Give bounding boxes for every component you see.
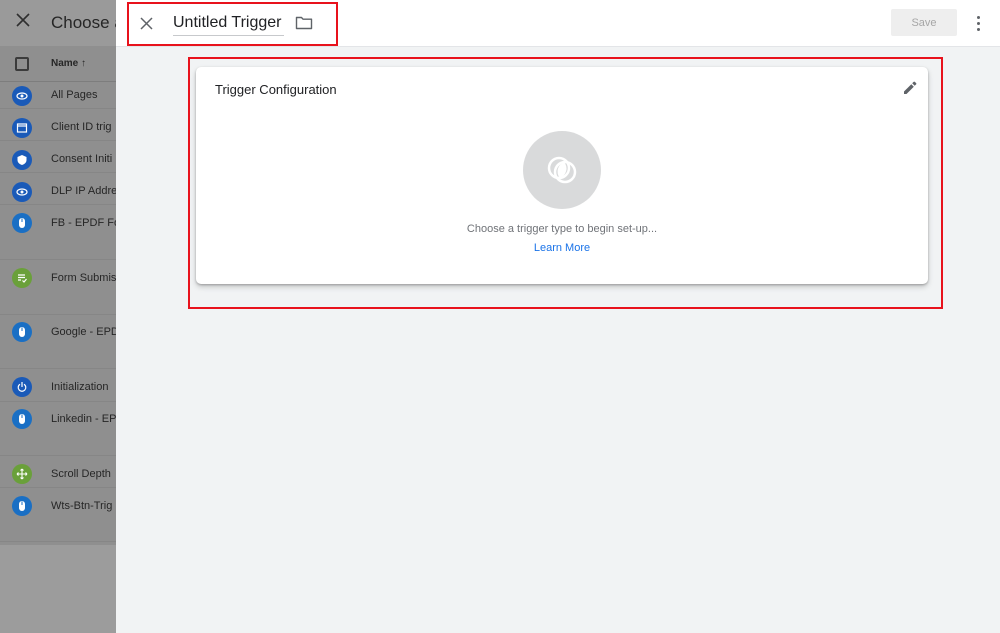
move-icon	[12, 464, 32, 484]
eye-icon	[12, 86, 32, 106]
list-bottom-area	[0, 545, 116, 633]
list-item[interactable]: DLP IP Addre	[0, 178, 116, 205]
close-icon[interactable]	[14, 12, 32, 30]
name-column-header[interactable]: Name ↑	[51, 58, 86, 69]
more-vert-icon	[976, 15, 980, 19]
list-item[interactable]: FB - EPDF Fo	[0, 210, 116, 260]
trigger-list-header: Choose a	[0, 0, 116, 46]
mouse-icon	[12, 496, 32, 516]
trigger-list-column-header: Name ↑	[0, 46, 116, 82]
shield-icon	[12, 150, 32, 170]
list-item[interactable]: All Pages	[0, 82, 116, 109]
select-all-checkbox[interactable]	[15, 57, 29, 71]
eye-icon	[12, 182, 32, 202]
list-item[interactable]: Client ID trig	[0, 114, 116, 141]
list-item[interactable]: Google - EPD	[0, 319, 116, 369]
list-item[interactable]: Scroll Depth	[0, 461, 116, 488]
list-item[interactable]: Wts-Btn-Trig	[0, 492, 116, 542]
list-item[interactable]: Form Submis	[0, 265, 116, 315]
trigger-list-title: Choose a	[51, 13, 116, 32]
mouse-icon	[12, 409, 32, 429]
window-icon	[12, 118, 32, 138]
form-icon	[12, 268, 32, 288]
list-item[interactable]: Linkedin - EP	[0, 406, 116, 456]
list-item[interactable]: Consent Initi	[0, 146, 116, 173]
editor-topbar: Untitled Trigger Save	[116, 0, 1000, 47]
power-icon	[12, 377, 32, 397]
highlight-box-card	[188, 57, 943, 309]
list-item[interactable]: Initialization	[0, 374, 116, 402]
highlight-box-header	[127, 2, 338, 46]
trigger-list-panel: Choose a Name ↑ All Pages Client ID trig…	[0, 0, 116, 633]
mouse-icon	[12, 213, 32, 233]
mouse-icon	[12, 322, 32, 342]
save-button[interactable]: Save	[891, 9, 957, 36]
trigger-editor: Untitled Trigger Save Trigger Configurat…	[116, 0, 1000, 633]
more-options-button[interactable]	[970, 11, 986, 35]
